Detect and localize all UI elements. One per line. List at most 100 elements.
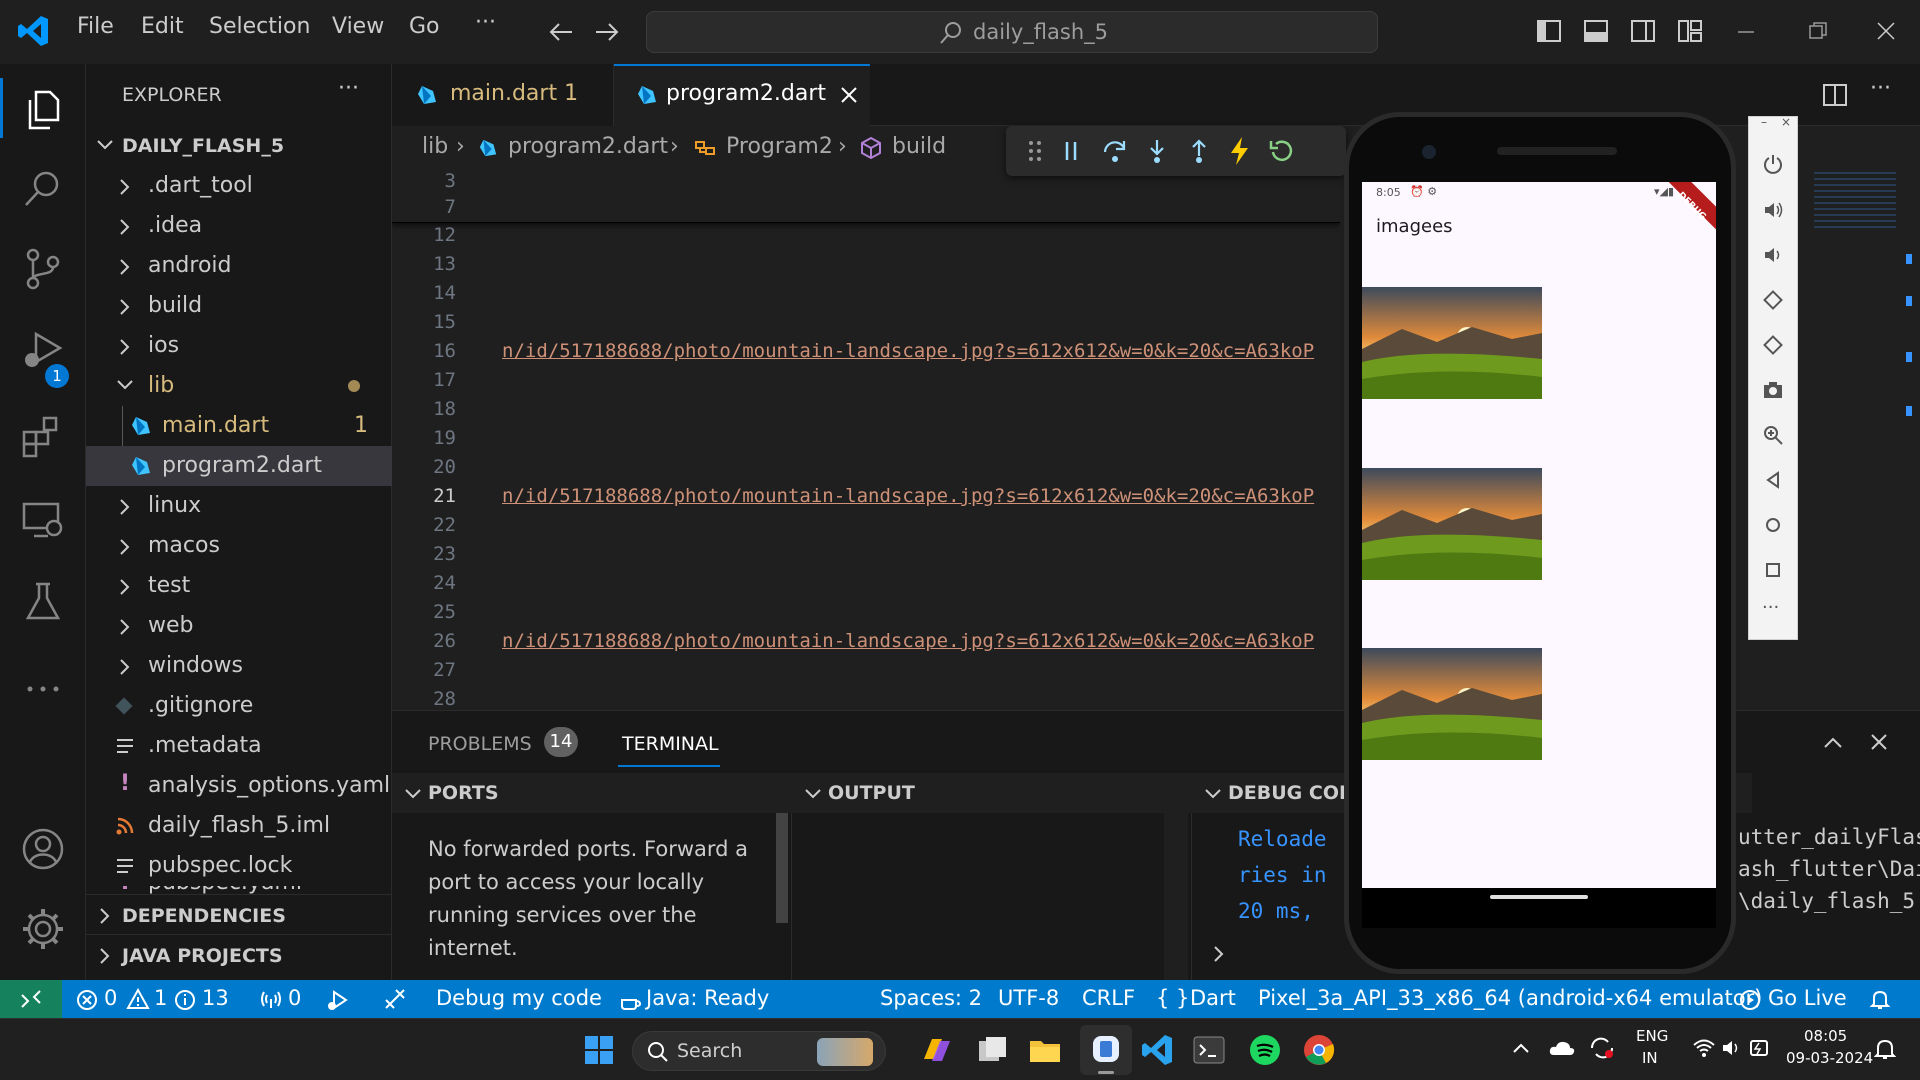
tree-item-linux[interactable]: linux [86, 486, 392, 526]
emulator-screen[interactable]: 8:05 ⏰ ⚙ ▾◢▮ DEBUG imagees [1362, 182, 1716, 888]
tree-item-lib[interactable]: lib [86, 366, 392, 406]
toggle-primary-sidebar-icon[interactable] [1536, 18, 1562, 44]
tab-terminal[interactable]: TERMINAL [622, 733, 719, 755]
toggle-secondary-sidebar-icon[interactable] [1630, 18, 1656, 44]
volume-down-icon[interactable] [1762, 244, 1784, 266]
ports-forward-icon[interactable] [258, 988, 284, 1010]
forward-arrow-icon[interactable] [594, 20, 620, 44]
chevron-right-icon[interactable] [1212, 945, 1224, 963]
tree-item-metadata[interactable]: .metadata [86, 726, 392, 766]
minimize-icon[interactable] [1736, 30, 1756, 34]
explorer-more-button[interactable]: ··· [338, 76, 359, 101]
menu-more[interactable]: ··· [475, 10, 496, 35]
tree-item-gitignore[interactable]: .gitignore [86, 686, 392, 726]
sync-icon[interactable] [1588, 1035, 1616, 1061]
tree-item-ios[interactable]: ios [86, 326, 392, 366]
info-icon[interactable] [174, 989, 196, 1011]
language-mode[interactable]: Dart [1190, 986, 1236, 1010]
wifi-icon[interactable] [1692, 1037, 1716, 1059]
menu-view[interactable]: View [332, 14, 384, 39]
drag-handle-icon[interactable] [1028, 140, 1042, 162]
project-root-row[interactable]: DAILY_FLASH_5 [86, 126, 392, 166]
tree-item-main-dart[interactable]: main.dart 1 [86, 406, 392, 486]
overview-icon[interactable] [1762, 559, 1784, 581]
tree-item-windows[interactable]: windows [86, 646, 392, 686]
tab-main-dart[interactable]: main.dart 1 [392, 64, 614, 126]
show-hidden-icons-chevron[interactable] [1512, 1041, 1530, 1055]
menu-selection[interactable]: Selection [209, 14, 310, 39]
tree-item-macos[interactable]: macos [86, 526, 392, 566]
camera-icon[interactable] [1762, 379, 1784, 401]
windows-start-icon[interactable] [584, 1035, 614, 1065]
home-gesture-handle[interactable] [1490, 895, 1588, 899]
maximize-panel-icon[interactable] [1822, 735, 1844, 749]
battery-icon[interactable] [1748, 1037, 1772, 1059]
close-tab-icon[interactable] [840, 86, 858, 104]
command-center-search[interactable]: daily_flash_5 [646, 11, 1378, 53]
extensions-icon[interactable] [18, 410, 68, 460]
clock-time[interactable]: 08:05 [1804, 1027, 1847, 1045]
vscode-taskbar-icon[interactable] [1140, 1033, 1174, 1067]
breadcrumb-method[interactable]: build [892, 134, 946, 159]
tab-program2-dart[interactable]: program2.dart [614, 64, 870, 126]
manage-gear-icon[interactable] [18, 904, 68, 954]
rotate-right-icon[interactable] [1762, 334, 1784, 356]
toggle-panel-icon[interactable] [1583, 18, 1609, 44]
indentation[interactable]: Spaces: 2 [880, 986, 982, 1010]
breadcrumb-class[interactable]: Program2 [726, 134, 833, 159]
tree-item-pubspec-yaml[interactable]: ! pubspec.yaml [86, 886, 392, 894]
more-options-icon[interactable]: ··· [1762, 597, 1779, 618]
terminal-taskbar-icon[interactable] [1192, 1033, 1226, 1067]
restore-icon[interactable] [1808, 21, 1828, 41]
code-editor[interactable]: 3 7 12 13 14 15 16 n/id/517188688/photo/… [392, 170, 1340, 710]
remote-indicator[interactable] [0, 980, 62, 1018]
warning-icon[interactable] [126, 988, 150, 1010]
split-editor-icon[interactable] [1822, 82, 1848, 108]
line-ending[interactable]: CRLF [1082, 986, 1135, 1010]
more-views-icon[interactable] [18, 664, 68, 714]
customize-layout-icon[interactable] [1677, 18, 1703, 44]
tab-problems[interactable]: PROBLEMS [428, 733, 532, 755]
power-icon[interactable] [1762, 153, 1784, 175]
debug-my-code-icon[interactable] [382, 986, 408, 1012]
go-live[interactable]: Go Live [1768, 986, 1847, 1010]
dependencies-section[interactable]: DEPENDENCIES [86, 894, 392, 934]
error-icon[interactable] [76, 989, 98, 1011]
warning-count[interactable]: 1 [154, 986, 167, 1010]
breadcrumb-lib[interactable]: lib [422, 134, 448, 159]
debug-launch-icon[interactable] [326, 988, 350, 1012]
scrollbar[interactable] [776, 813, 788, 923]
java-status[interactable]: Java: Ready [646, 986, 769, 1010]
close-window-icon[interactable] [1876, 21, 1896, 41]
step-into-icon[interactable] [1146, 138, 1168, 164]
tree-item-test[interactable]: test [86, 566, 392, 606]
go-live-icon[interactable] [1738, 988, 1762, 1012]
ports-header[interactable]: PORTS [392, 773, 792, 813]
image-url-link[interactable]: n/id/517188688/photo/mountain-landscape.… [502, 340, 1314, 362]
tree-item-analysis-options[interactable]: ! analysis_options.yaml [86, 766, 392, 806]
tree-item-pubspec-lock[interactable]: pubspec.lock [86, 846, 392, 886]
image-url-link[interactable]: n/id/517188688/photo/mountain-landscape.… [502, 485, 1314, 507]
java-icon[interactable] [618, 988, 642, 1012]
chrome-icon[interactable] [1302, 1033, 1336, 1067]
ports-count[interactable]: 0 [288, 986, 301, 1010]
volume-up-icon[interactable] [1762, 199, 1784, 221]
accounts-icon[interactable] [18, 824, 68, 874]
menu-go[interactable]: Go [409, 14, 440, 39]
info-count[interactable]: 13 [202, 986, 229, 1010]
tree-item-idea[interactable]: .idea [86, 206, 392, 246]
tree-item-program2-dart[interactable]: program2.dart [86, 446, 392, 486]
restart-icon[interactable] [1268, 138, 1294, 164]
encoding[interactable]: UTF-8 [998, 986, 1059, 1010]
hot-reload-icon[interactable] [1228, 136, 1250, 166]
step-over-icon[interactable] [1102, 138, 1128, 164]
error-count[interactable]: 0 [104, 986, 117, 1010]
task-view-icon[interactable] [976, 1033, 1010, 1067]
step-out-icon[interactable] [1188, 138, 1210, 164]
source-control-icon[interactable] [18, 244, 68, 294]
tree-item-dart-tool[interactable]: .dart_tool [86, 166, 392, 206]
pause-icon[interactable] [1062, 140, 1080, 162]
menu-edit[interactable]: Edit [141, 14, 184, 39]
image-url-link[interactable]: n/id/517188688/photo/mountain-landscape.… [502, 630, 1314, 652]
java-projects-section[interactable]: JAVA PROJECTS [86, 934, 392, 980]
